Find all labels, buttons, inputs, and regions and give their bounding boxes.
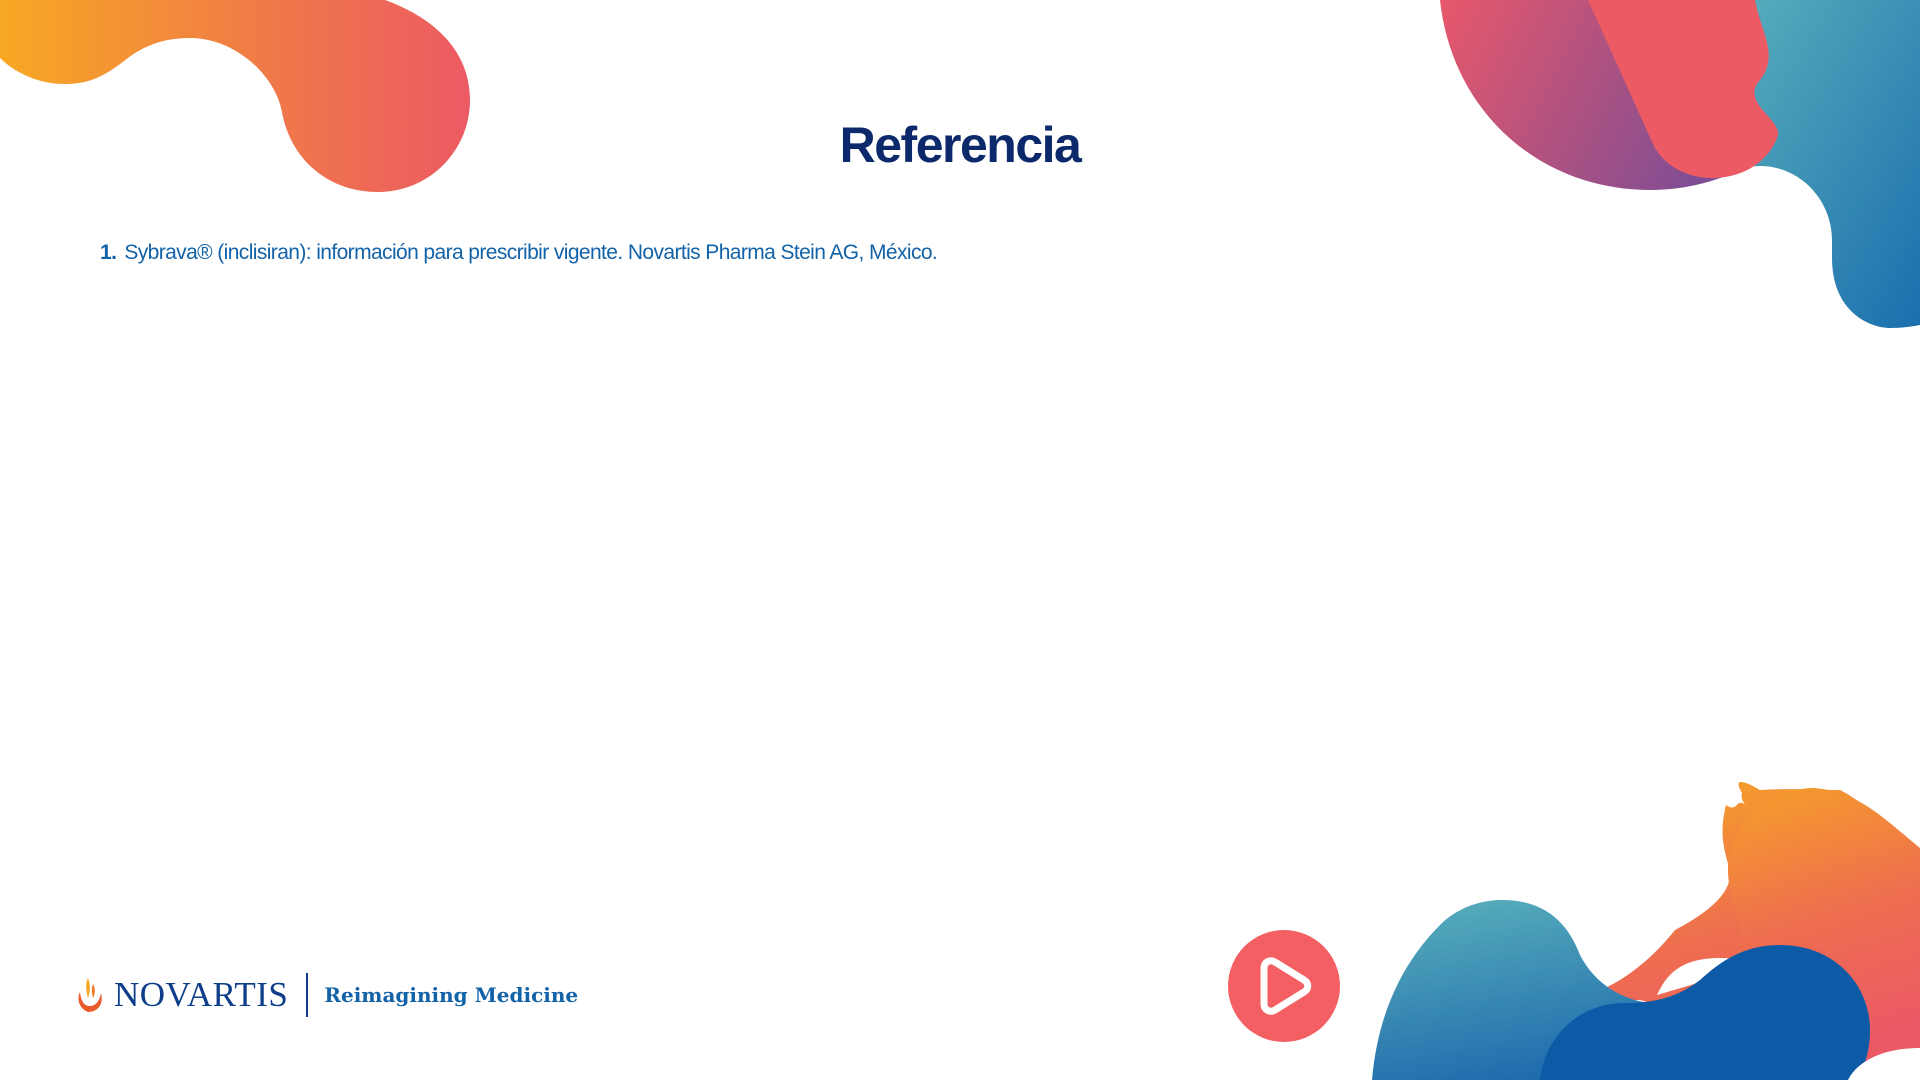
reference-number: 1. [100, 241, 117, 264]
play-button[interactable] [1228, 930, 1340, 1042]
decorative-shape-bottom-right-blue [1540, 945, 1870, 1080]
slide-title: Referencia [839, 117, 1082, 173]
novartis-logo: NOVARTIS Reimagining Medicine [74, 970, 578, 1020]
logo-divider [306, 973, 309, 1017]
flame-icon [78, 978, 102, 1012]
company-tagline: Reimagining Medicine [324, 983, 579, 1007]
reference-text: Sybrava® (inclisiran): información para … [124, 241, 938, 264]
play-icon [1260, 957, 1312, 1015]
company-name: NOVARTIS [114, 975, 289, 1014]
slide: Referencia 1. Sybrava® (inclisiran): info… [0, 0, 1920, 1080]
reference-item: 1. Sybrava® (inclisiran): información par… [100, 241, 938, 265]
